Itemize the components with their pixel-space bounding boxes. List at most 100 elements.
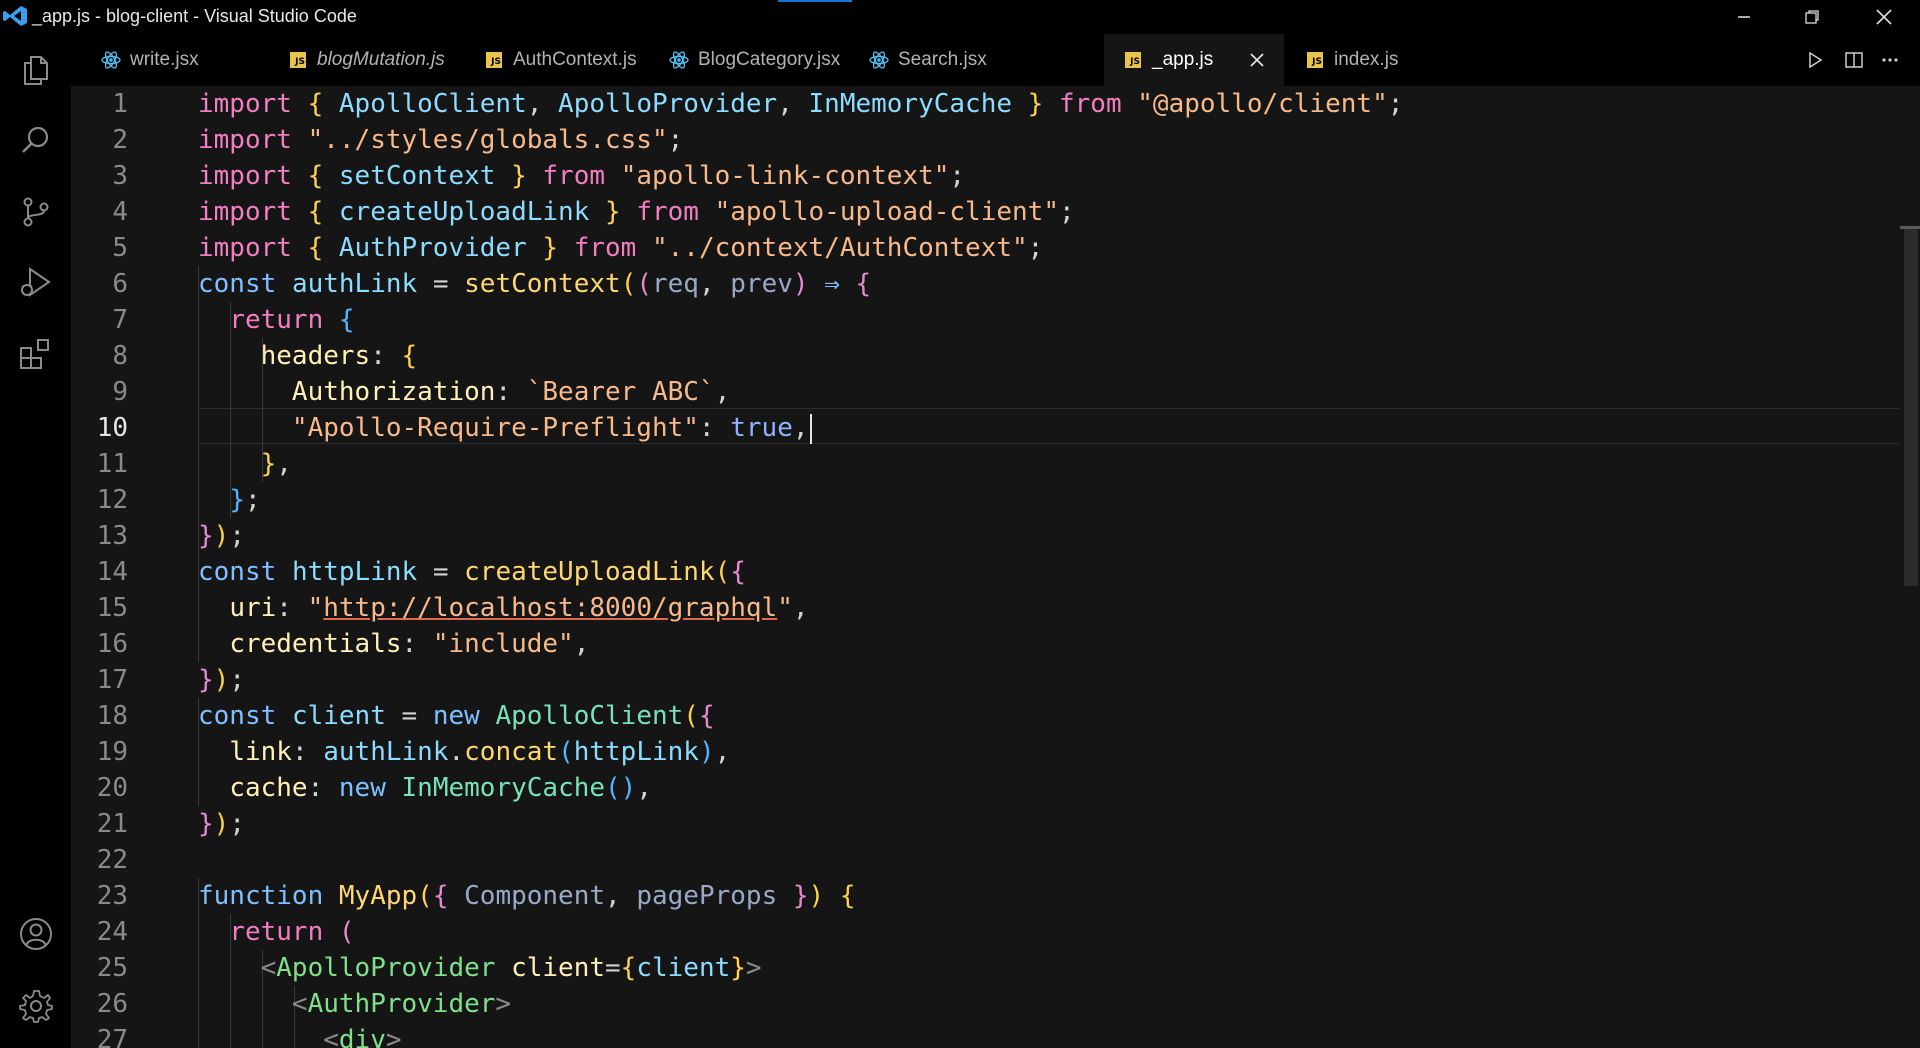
tab-blogcategory-jsx[interactable]: BlogCategory.jsx — [642, 34, 842, 86]
code-token: } — [605, 197, 621, 227]
title-bar: _app.js - blog-client - Visual Studio Co… — [0, 0, 1920, 34]
minimize-icon[interactable] — [1716, 0, 1772, 34]
code-token: from — [1058, 89, 1122, 119]
split-editor-icon[interactable] — [1842, 48, 1866, 72]
code-token: { — [432, 881, 449, 911]
code-token: > — [385, 1025, 402, 1048]
code-token: client — [291, 701, 386, 731]
code-token: ; — [229, 809, 245, 839]
line-number: 6 — [112, 269, 128, 299]
restore-icon[interactable] — [1784, 0, 1840, 34]
code-token: const — [198, 269, 277, 299]
close-tab-icon[interactable] — [1246, 49, 1268, 71]
settings-gear-icon[interactable] — [16, 986, 56, 1026]
tab-search-jsx[interactable]: Search.jsx — [842, 34, 1018, 86]
code-token: : — [495, 377, 527, 407]
code-token: client — [636, 953, 731, 983]
code-token: from — [573, 233, 637, 263]
line-number: 1 — [112, 89, 128, 119]
code-line: import { AuthProvider } from "../context… — [198, 230, 1043, 266]
account-icon[interactable] — [16, 914, 56, 954]
tab-index-js[interactable]: JS index.js — [1284, 34, 1460, 86]
code-token: const — [198, 701, 277, 731]
code-token: ⇒ — [824, 269, 840, 299]
code-token: import — [198, 161, 292, 191]
code-token: ) — [808, 881, 825, 911]
code-token: : — [276, 593, 308, 623]
tab-write-jsx[interactable]: write.jsx — [86, 34, 261, 86]
line-number: 15 — [96, 593, 128, 623]
code-token: } — [198, 665, 214, 695]
react-icon — [101, 50, 121, 70]
code-token: , — [792, 413, 809, 443]
scrollbar-thumb[interactable] — [1904, 226, 1918, 586]
explorer-icon[interactable] — [16, 50, 56, 90]
code-token: Component — [464, 881, 606, 911]
code-token: , — [605, 881, 637, 911]
code-token: ( — [558, 737, 574, 767]
vertical-scrollbar[interactable] — [1900, 86, 1920, 1048]
tab-label: write.jsx — [130, 49, 199, 70]
code-token: > — [495, 989, 512, 1019]
line-number: 26 — [96, 989, 128, 1019]
code-token: client — [511, 953, 606, 983]
code-token: ; — [229, 665, 245, 695]
extensions-icon[interactable] — [16, 334, 56, 374]
code-line: function MyApp({ Component, pageProps })… — [198, 878, 856, 914]
code-token: concat — [464, 737, 559, 767]
code-token: } — [792, 881, 809, 911]
code-token: = — [605, 953, 621, 983]
code-area[interactable]: import { ApolloClient, ApolloProvider, I… — [198, 86, 1898, 1048]
code-line: }, — [198, 446, 292, 482]
code-token: } — [229, 485, 245, 515]
js-icon: JS — [484, 50, 504, 70]
text-cursor — [809, 413, 812, 444]
code-token: function — [198, 881, 324, 911]
code-token: : — [307, 773, 339, 803]
code-token: ; — [1058, 197, 1075, 227]
code-line: uri: "http://localhost:8000/graphql", — [198, 590, 809, 626]
code-token: ; — [244, 485, 261, 515]
code-token: "apollo-upload-client" — [714, 197, 1059, 227]
code-line: }; — [198, 482, 261, 518]
line-number: 8 — [112, 341, 128, 371]
code-token: } — [198, 809, 214, 839]
code-token: return — [229, 917, 324, 947]
code-line: import "../styles/globals.css"; — [198, 122, 683, 158]
source-control-icon[interactable] — [16, 192, 56, 232]
code-token: : — [291, 737, 324, 767]
code-token: ( — [636, 269, 652, 299]
vscode-logo-icon — [2, 5, 28, 27]
line-number: 4 — [112, 197, 128, 227]
code-token: { — [730, 557, 746, 587]
code-token: setContext — [464, 269, 621, 299]
code-line: link: authLink.concat(httpLink), — [198, 734, 730, 770]
code-token: "apollo-link-context" — [620, 161, 950, 191]
code-token: ; — [1027, 233, 1044, 263]
close-icon[interactable] — [1856, 0, 1912, 34]
run-debug-icon[interactable] — [16, 262, 56, 302]
react-icon — [869, 50, 889, 70]
tab-blogmutation-js[interactable]: JS blogMutation.js — [261, 34, 457, 86]
code-line: cache: new InMemoryCache(), — [198, 770, 652, 806]
more-actions-icon[interactable] — [1878, 48, 1902, 72]
code-token: > — [745, 953, 762, 983]
code-token: , — [792, 593, 809, 623]
search-icon[interactable] — [16, 120, 56, 160]
code-token: div — [338, 1025, 386, 1048]
run-icon[interactable] — [1803, 48, 1827, 72]
code-token: Authorization — [291, 377, 496, 407]
code-editor[interactable]: 1 2 3 4 5 6 7 8 9 10 11 12 13 14 15 16 17 18 19 20 21 22 23 24 2… — [71, 86, 1920, 1048]
code-token: InMemoryCache — [401, 773, 606, 803]
tab-app-js[interactable]: JS _app.js — [1104, 34, 1284, 86]
tab-authcontext-js[interactable]: JS AuthContext.js — [457, 34, 642, 86]
tab-label: index.js — [1334, 49, 1399, 70]
